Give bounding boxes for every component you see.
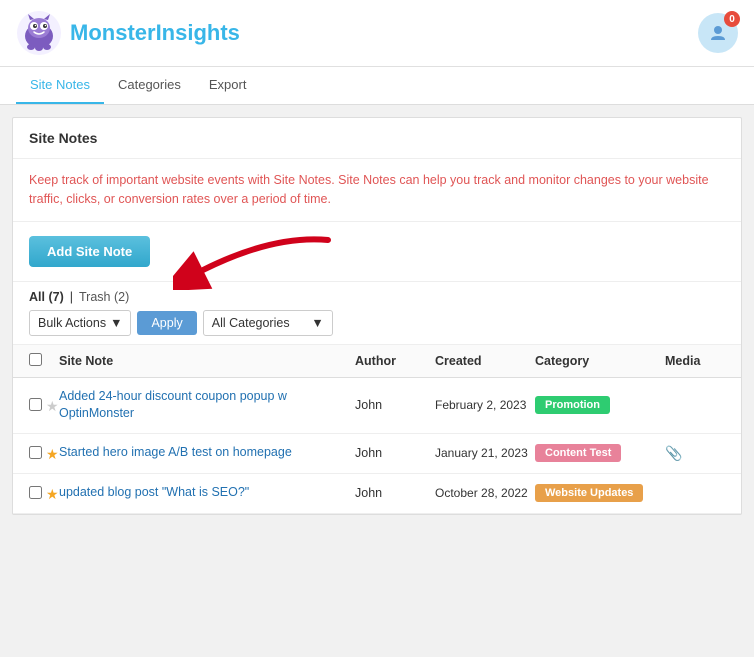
logo-text-accent: Insights xyxy=(156,20,240,45)
content-area: Site Notes Keep track of important websi… xyxy=(12,117,742,515)
filter-links: All (7) | Trash (2) xyxy=(29,290,725,304)
row2-media: 📎 xyxy=(665,445,725,462)
col-site-note: Site Note xyxy=(59,354,355,368)
row2-checkbox-cell: ★ xyxy=(29,444,59,463)
tab-export[interactable]: Export xyxy=(195,67,261,104)
row3-category-badge: Website Updates xyxy=(535,484,643,502)
all-categories-select[interactable]: All Categories ▼ xyxy=(203,310,333,336)
col-author: Author xyxy=(355,354,435,368)
row1-checkbox[interactable] xyxy=(29,398,42,411)
section-title: Site Notes xyxy=(13,118,741,159)
table-header: Site Note Author Created Category Media xyxy=(13,345,741,378)
logo-icon xyxy=(16,10,62,56)
filter-area: All (7) | Trash (2) Bulk Actions ▼ Apply… xyxy=(13,282,741,345)
filter-trash[interactable]: Trash (2) xyxy=(79,290,129,304)
row3-checkbox[interactable] xyxy=(29,486,42,499)
description-text: Keep track of important website events w… xyxy=(13,159,741,222)
notification-icon xyxy=(708,23,728,43)
row3-star-icon[interactable]: ★ xyxy=(46,486,59,503)
row1-checkbox-cell: ★ xyxy=(29,396,59,415)
row1-category-badge: Promotion xyxy=(535,396,610,414)
table-row: ★ updated blog post "What is SEO?" John … xyxy=(13,474,741,514)
header-right: 0 xyxy=(698,13,738,53)
logo-text-plain: Monster xyxy=(70,20,156,45)
paperclip-icon: 📎 xyxy=(665,445,682,461)
col-created: Created xyxy=(435,354,535,368)
row2-star-icon[interactable]: ★ xyxy=(46,446,59,463)
row3-note-title[interactable]: updated blog post "What is SEO?" xyxy=(59,484,355,502)
notification-badge: 0 xyxy=(724,11,740,27)
select-all-checkbox[interactable] xyxy=(29,353,42,366)
row1-created: February 2, 2023 xyxy=(435,397,535,414)
table-row: ★ Added 24-hour discount coupon popup w … xyxy=(13,378,741,434)
add-note-area: Add Site Note xyxy=(13,222,741,282)
col-checkbox xyxy=(29,353,59,369)
row1-star-icon[interactable]: ★ xyxy=(46,398,59,415)
row1-note-cell: Added 24-hour discount coupon popup w Op… xyxy=(59,388,355,423)
bulk-actions-select[interactable]: Bulk Actions ▼ xyxy=(29,310,131,336)
apply-button[interactable]: Apply xyxy=(137,311,196,335)
notification-button[interactable]: 0 xyxy=(698,13,738,53)
row1-note-title[interactable]: Added 24-hour discount coupon popup w Op… xyxy=(59,388,355,423)
header: MonsterInsights 0 xyxy=(0,0,754,67)
filter-all[interactable]: All (7) xyxy=(29,290,64,304)
logo-area: MonsterInsights xyxy=(16,10,240,56)
row2-created: January 21, 2023 xyxy=(435,445,535,462)
tab-categories[interactable]: Categories xyxy=(104,67,195,104)
tabs-nav: Site Notes Categories Export xyxy=(0,67,754,105)
row1-category: Promotion xyxy=(535,396,665,414)
row2-category-badge: Content Test xyxy=(535,444,621,462)
row3-category: Website Updates xyxy=(535,484,665,502)
logo-text: MonsterInsights xyxy=(70,20,240,46)
filter-row: Bulk Actions ▼ Apply All Categories ▼ xyxy=(29,310,725,336)
row3-author: John xyxy=(355,486,435,500)
table-row: ★ Started hero image A/B test on homepag… xyxy=(13,434,741,474)
row1-author: John xyxy=(355,398,435,412)
col-category: Category xyxy=(535,354,665,368)
row2-checkbox[interactable] xyxy=(29,446,42,459)
row3-created: October 28, 2022 xyxy=(435,485,535,502)
row2-note-title[interactable]: Started hero image A/B test on homepage xyxy=(59,444,355,462)
table: Site Note Author Created Category Media … xyxy=(13,345,741,514)
arrow-annotation xyxy=(173,230,333,290)
col-media: Media xyxy=(665,354,725,368)
row3-note-cell: updated blog post "What is SEO?" xyxy=(59,484,355,502)
row3-checkbox-cell: ★ xyxy=(29,484,59,503)
add-site-note-button[interactable]: Add Site Note xyxy=(29,236,150,267)
row2-note-cell: Started hero image A/B test on homepage xyxy=(59,444,355,462)
row2-category: Content Test xyxy=(535,444,665,462)
tab-site-notes[interactable]: Site Notes xyxy=(16,67,104,104)
row2-author: John xyxy=(355,446,435,460)
